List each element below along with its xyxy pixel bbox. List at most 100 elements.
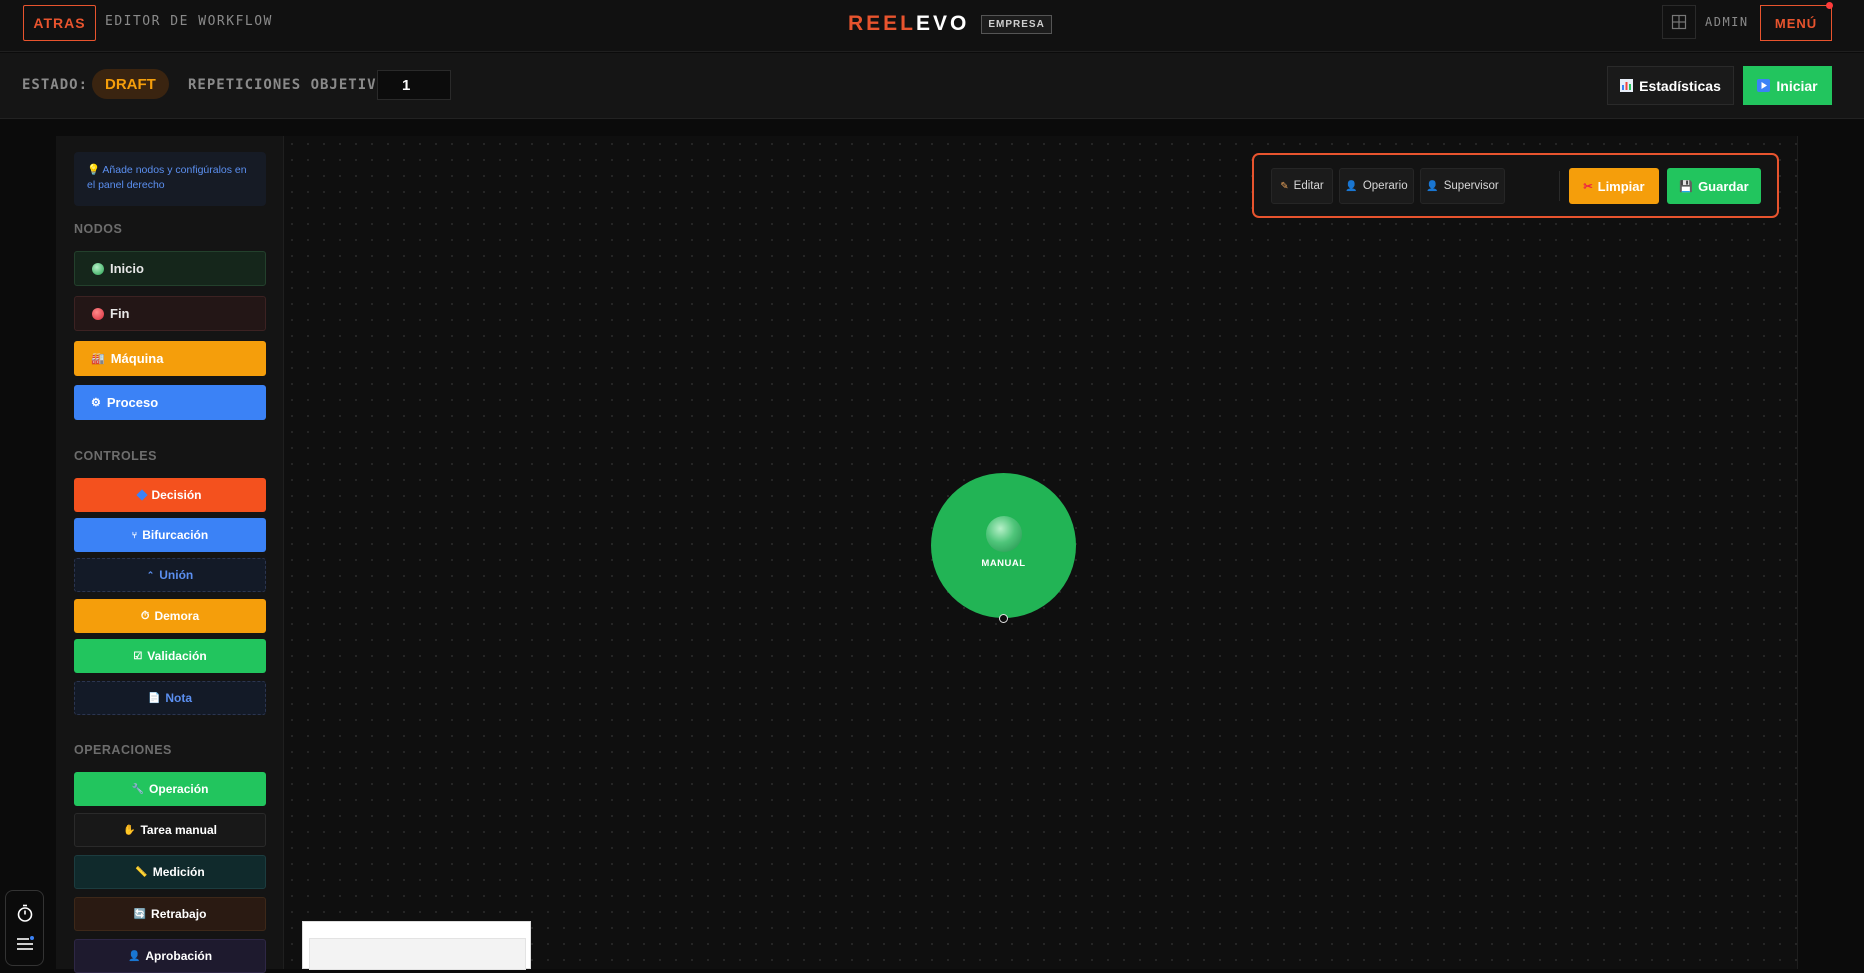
palette-op-label: Operación (149, 782, 209, 796)
palette-control-bifurcacion[interactable]: ⑂ Bifurcación (74, 518, 266, 552)
palette-control-union[interactable]: ⌃ Unión (74, 558, 266, 592)
brand-evo: EVO (916, 12, 970, 35)
wrench-icon: 🔧 (131, 783, 145, 795)
section-nodos: NODOS (74, 222, 123, 236)
back-button[interactable]: ATRAS (23, 5, 96, 41)
menu-button[interactable]: MENÚ (1760, 5, 1832, 41)
clear-button[interactable]: ✂ Limpiar (1569, 168, 1659, 204)
tip-box: 💡 Añade nodos y configúralos en el panel… (74, 152, 266, 206)
green-circle-icon (92, 262, 104, 275)
stopwatch-icon[interactable] (15, 903, 35, 923)
palette-op-tarea-manual[interactable]: ✋ Tarea manual (74, 813, 266, 847)
split-icon: ⑂ (131, 530, 138, 540)
start-node-label: MANUAL (981, 558, 1026, 569)
palette-control-label: Nota (165, 691, 193, 705)
palette-node-label: Fin (110, 306, 130, 321)
palette-op-medicion[interactable]: 📏 Medición (74, 855, 266, 889)
editor-title: EDITOR DE WORKFLOW (105, 14, 273, 29)
supervisor-icon: 👤 (1426, 180, 1439, 192)
minimap[interactable] (302, 921, 531, 970)
grid-icon (1671, 14, 1687, 30)
palette-control-nota[interactable]: 📄 Nota (74, 681, 266, 715)
brand-badge: EMPRESA (981, 14, 1052, 34)
notification-dot (1826, 2, 1833, 9)
hand-icon: ✋ (123, 824, 136, 836)
pencil-icon: ✎ (1280, 180, 1289, 192)
palette-node-maquina[interactable]: 🏭 Máquina (74, 341, 266, 376)
play-icon (1757, 79, 1771, 92)
palette-control-label: Decisión (151, 488, 202, 502)
node-palette-sidebar: 💡 Añade nodos y configúralos en el panel… (56, 136, 284, 973)
section-controles: CONTROLES (74, 449, 157, 463)
repeticiones-input[interactable]: 1 (377, 70, 451, 100)
toolbar-divider (1559, 171, 1560, 201)
palette-node-label: Inicio (110, 261, 144, 276)
layout-grid-button[interactable] (1662, 5, 1696, 39)
palette-node-proceso[interactable]: ⚙ Proceso (74, 385, 266, 420)
brand-reel: REEL (848, 12, 917, 35)
ruler-icon: 📏 (135, 866, 148, 878)
check-box-icon: ☑ (133, 650, 143, 662)
section-operaciones: OPERACIONES (74, 743, 172, 757)
floppy-icon: 💾 (1679, 180, 1694, 193)
palette-control-label: Validación (147, 649, 207, 663)
repeticiones-label: REPETICIONES OBJETIVO: (188, 77, 396, 93)
palette-op-label: Retrabajo (151, 907, 207, 921)
supervisor-mode-button[interactable]: 👤 Supervisor (1420, 168, 1505, 204)
palette-op-label: Aprobación (145, 949, 213, 963)
scissors-icon: ✂ (1583, 180, 1593, 193)
palette-control-label: Bifurcación (142, 528, 209, 542)
palette-node-label: Máquina (110, 351, 164, 366)
start-button[interactable]: Iniciar (1743, 66, 1832, 105)
stats-button[interactable]: Estadísticas (1607, 66, 1734, 105)
status-badge: DRAFT (92, 69, 169, 99)
edit-mode-label: Editar (1293, 180, 1324, 192)
palette-control-demora[interactable]: ⏱ Demora (74, 599, 266, 633)
gear-icon: ⚙ (91, 397, 101, 409)
operator-mode-button[interactable]: 👤 Operario (1339, 168, 1414, 204)
node-output-handle[interactable] (999, 614, 1008, 623)
factory-icon: 🏭 (91, 353, 105, 365)
palette-control-label: Unión (159, 568, 194, 582)
save-label: Guardar (1698, 178, 1749, 194)
palette-op-label: Medición (152, 865, 205, 879)
palette-op-retrabajo[interactable]: 🔄 Retrabajo (74, 897, 266, 931)
start-node[interactable]: MANUAL (931, 473, 1076, 618)
top-bar: ATRAS EDITOR DE WORKFLOW REEL EVO EMPRES… (0, 0, 1864, 52)
estado-label: ESTADO: (22, 77, 89, 93)
palette-node-inicio[interactable]: Inicio (74, 251, 266, 286)
save-button[interactable]: 💾 Guardar (1667, 168, 1761, 204)
clear-label: Limpiar (1597, 178, 1645, 194)
right-gutter (1798, 119, 1864, 969)
start-label: Iniciar (1776, 77, 1818, 94)
palette-node-fin[interactable]: Fin (74, 296, 266, 331)
operator-icon: 👤 (1345, 180, 1358, 192)
supervisor-mode-label: Supervisor (1443, 180, 1499, 192)
person-icon: 👤 (127, 950, 141, 962)
canvas-toolbar: ✎ Editar 👤 Operario 👤 Supervisor ✂ Limpi… (1252, 153, 1779, 218)
floating-tools (5, 890, 44, 966)
operator-mode-label: Operario (1362, 180, 1408, 192)
brand-logo: REEL EVO EMPRESA (848, 12, 1052, 36)
green-sphere-icon (985, 516, 1022, 552)
palette-node-label: Proceso (106, 395, 159, 410)
status-bar: ESTADO: DRAFT REPETICIONES OBJETIVO: 1 E… (0, 53, 1864, 119)
stats-label: Estadísticas (1639, 77, 1721, 94)
palette-control-validacion[interactable]: ☑ Validación (74, 639, 266, 673)
clock-icon: ⏱ (140, 609, 150, 622)
blue-diamond-icon (136, 489, 149, 501)
merge-icon: ⌃ (146, 569, 155, 580)
palette-control-label: Demora (154, 609, 200, 623)
bar-chart-icon (1620, 79, 1634, 92)
red-circle-icon (92, 307, 104, 320)
minimap-viewport (309, 938, 526, 970)
palette-op-label: Tarea manual (140, 823, 217, 837)
list-menu-icon[interactable] (15, 934, 35, 954)
admin-label[interactable]: ADMIN (1705, 15, 1749, 29)
memo-icon: 📄 (147, 692, 161, 704)
palette-op-aprobacion[interactable]: 👤 Aprobación (74, 939, 266, 973)
repeat-icon: 🔄 (133, 908, 147, 920)
palette-control-decision[interactable]: Decisión (74, 478, 266, 512)
palette-op-operacion[interactable]: 🔧 Operación (74, 772, 266, 806)
edit-mode-button[interactable]: ✎ Editar (1271, 168, 1333, 204)
